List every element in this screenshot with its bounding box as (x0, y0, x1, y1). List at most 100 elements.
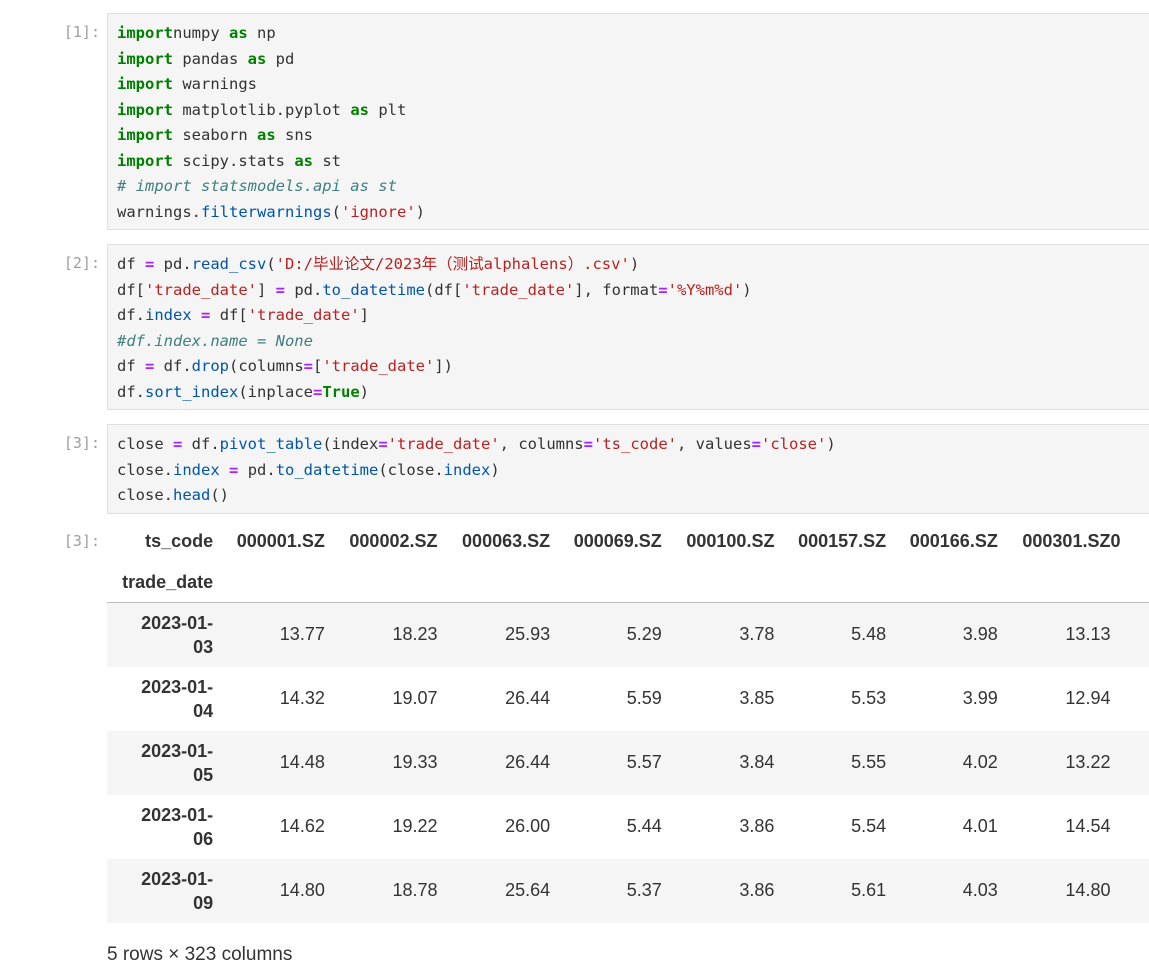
code-token: = (303, 357, 313, 375)
table-cell: 4.02 (962, 752, 998, 772)
code-token: as (247, 49, 267, 68)
code-token: (inplace (238, 382, 313, 401)
code-token: df. (154, 357, 192, 375)
code-token: 'trade_date' (247, 306, 360, 324)
table-cell: 5.61 (851, 880, 887, 900)
code-token: = (201, 306, 211, 324)
table-cell: 19.33 (392, 752, 438, 772)
code-token: index (145, 306, 192, 324)
code-token: 'trade_date' (322, 357, 435, 375)
row-index: 2023-01- 09 (107, 859, 213, 923)
row-index-part: 04 (193, 700, 214, 721)
code-editor[interactable]: close = df.pivot_table(index='trade_date… (107, 424, 1149, 514)
table-cell: 25.64 (505, 880, 551, 900)
code-token: seaborn (173, 126, 257, 144)
code-token: numpy (173, 24, 229, 42)
table-cell: 14.48 (279, 752, 325, 772)
code-line: close.index = pd.to_datetime(close.index… (117, 458, 1149, 484)
code-token: ( (331, 202, 341, 221)
code-token: = (751, 435, 761, 453)
code-token: ) (629, 255, 640, 273)
code-token: = (658, 280, 668, 299)
code-token: 'trade_date' (387, 435, 500, 453)
code-token: filterwarnings (201, 202, 332, 221)
table-cell: 3.99 (962, 688, 998, 708)
code-token: ) (359, 382, 369, 401)
dataframe-table: ts_code 000001.SZ 000002.SZ 000063.SZ 00006… (107, 520, 1149, 923)
code-token: drop (191, 357, 229, 375)
table-cell: 19.07 (392, 688, 438, 708)
code-token: = (145, 357, 155, 375)
column-header: 000100.SZ (686, 530, 775, 551)
code-editor[interactable]: importnumpy as np import pandas as pd impo… (107, 13, 1149, 230)
table-cell: 5.59 (626, 688, 662, 708)
row-index-part: 05 (193, 764, 214, 785)
table-cell: 5.44 (626, 816, 662, 836)
code-token: ], format (574, 280, 659, 299)
table-row: 2023-01- 05 14.48 19.33 26.44 5.57 3.84 5.55 4.0… (107, 730, 1149, 795)
code-token: = (145, 255, 155, 273)
code-token: import (117, 126, 173, 144)
table-cell: 13.77 (279, 624, 325, 645)
code-token: as (229, 24, 248, 42)
code-line: import seaborn as sns (117, 123, 1149, 149)
code-token: 'close' (761, 435, 827, 453)
code-token: index (443, 460, 491, 479)
table-cell-truncated (1110, 603, 1149, 667)
code-token: = (229, 460, 239, 479)
column-header: 000301.SZ (1022, 530, 1111, 551)
code-token: = (378, 435, 388, 453)
code-token: to_datetime (322, 280, 425, 299)
table-cell: 18.78 (392, 880, 438, 900)
code-token: matplotlib.pyplot (173, 100, 351, 119)
code-token: [ (313, 357, 323, 375)
code-token: import (117, 24, 173, 42)
code-token: pd. (154, 255, 192, 273)
code-token: ) (742, 280, 752, 299)
row-index-part: 2023-01- (141, 740, 214, 761)
row-index-part: 09 (193, 892, 214, 913)
code-token: warnings (173, 75, 257, 93)
row-index-part: 03 (193, 636, 214, 657)
code-token: # import statsmodels.api as st (117, 177, 397, 195)
code-token: pivot_table (219, 435, 323, 453)
table-cell: 13.13 (1065, 624, 1111, 645)
code-line: df = df.drop(columns=['trade_date']) (117, 354, 1149, 380)
code-token: np (247, 24, 276, 42)
table-cell: 26.44 (505, 752, 551, 772)
column-header: 000063.SZ (462, 530, 551, 551)
code-token: import (117, 151, 173, 170)
table-row: 2023-01- 04 14.32 19.07 26.44 5.59 3.85 5.53 3.9… (107, 667, 1149, 731)
code-token: ( (266, 255, 276, 273)
code-token: (close. (378, 460, 444, 479)
table-cell: 5.29 (626, 624, 662, 645)
code-line: close.head() (117, 483, 1149, 509)
table-cell-truncated (1110, 667, 1149, 731)
table-cell: 4.01 (962, 816, 998, 836)
row-index-part: 2023-01- (141, 676, 214, 697)
code-token: to_datetime (275, 460, 379, 479)
code-token: st (313, 151, 341, 170)
code-token: ) (490, 460, 500, 479)
code-token: True (322, 382, 360, 401)
cell-prompt: [3]: (63, 434, 100, 452)
code-token: (index (322, 435, 379, 453)
code-line: close = df.pivot_table(index='trade_date… (117, 432, 1149, 458)
table-cell: 26.44 (505, 688, 551, 708)
cell-prompt: [1]: (63, 23, 100, 41)
code-token: df (117, 357, 145, 375)
table-row: 2023-01- 09 14.80 18.78 25.64 5.37 3.86 5.61 4.0… (107, 858, 1149, 923)
code-token: warnings. (117, 202, 201, 221)
code-line: import matplotlib.pyplot as plt (117, 98, 1149, 124)
code-token: (df[ (424, 280, 463, 299)
row-index-part: 06 (193, 828, 214, 849)
code-token: , values (677, 435, 752, 453)
code-token: df. (117, 306, 145, 324)
code-token: ] (359, 306, 370, 324)
code-editor[interactable]: df = pd.read_csv('D:/毕业论文/2023年（测试alphal… (107, 244, 1149, 410)
table-cell: 5.55 (851, 752, 887, 772)
code-line: importnumpy as np (117, 21, 1149, 47)
code-token: 'trade_date' (145, 280, 257, 299)
